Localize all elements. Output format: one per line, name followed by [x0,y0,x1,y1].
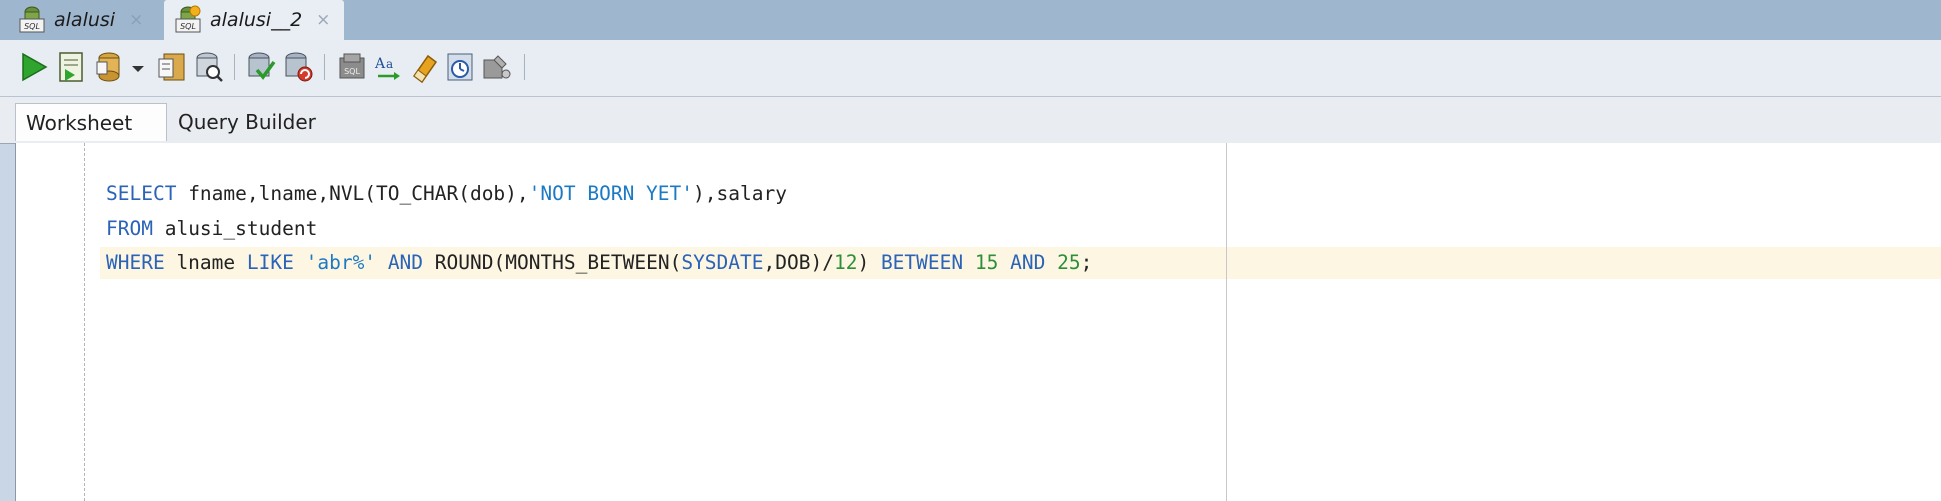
keyword-select: SELECT [106,182,177,205]
editor-subtabs: Worksheet Query Builder [0,97,1941,144]
dropdown-arrow-icon[interactable] [128,50,148,84]
string-literal: 'abr%' [305,251,377,274]
sql-connection-icon: SQL [18,5,46,35]
keyword-sysdate: SYSDATE [681,251,764,274]
code-line-1[interactable]: SELECT fname,lname,NVL(TO_CHAR(dob),'NOT… [106,182,787,205]
code-text: fname,lname,NVL(TO_CHAR(dob), [176,182,529,205]
format-case-icon[interactable]: Aa [372,50,404,84]
autotrace-icon[interactable] [192,50,224,84]
code-text: ,DOB)/ [763,251,834,274]
svg-text:SQL: SQL [24,22,40,31]
commit-transaction-icon[interactable] [245,50,277,84]
toolbar-separator [524,54,525,80]
tab-label: alalusi [54,9,116,31]
keyword-and: AND [1010,251,1046,274]
tab-alalusi[interactable]: SQL alalusi × [18,0,143,40]
toolbar-separator [324,54,325,80]
code-text: lname [164,251,247,274]
close-icon[interactable]: × [129,10,143,30]
number-literal: 12 [833,251,858,274]
tab-alalusi-2[interactable]: SQL alalusi__2 × [164,0,345,40]
code-text: ),salary [693,182,787,205]
explain-plan-icon[interactable] [156,50,188,84]
code-text: ; [1080,251,1093,274]
keyword-from: FROM [106,217,153,240]
number-literal: 25 [1057,251,1081,274]
close-icon[interactable]: × [316,10,330,30]
keyword-where: WHERE [106,251,165,274]
svg-text:A: A [374,56,386,72]
tab-query-builder[interactable]: Query Builder [168,103,326,141]
sql-tuning-icon[interactable]: SQL [336,50,368,84]
string-literal: 'NOT BORN YET' [528,182,694,205]
monitor-icon[interactable] [480,50,512,84]
svg-text:SQL: SQL [180,22,196,31]
document-tab-strip: SQL alalusi × SQL alalusi__2 × [0,0,1941,40]
svg-text:SQL: SQL [344,67,360,76]
run-script-icon[interactable] [55,50,87,84]
code-line-3[interactable]: WHERE lname LIKE 'abr%' AND ROUND(MONTHS… [106,251,1092,274]
clear-eraser-icon[interactable] [408,50,440,84]
tab-worksheet[interactable]: Worksheet [15,103,167,141]
tab-label: alalusi__2 [210,9,303,31]
keyword-and: AND [387,251,424,274]
code-line-2[interactable]: FROM alusi_student [106,217,317,240]
keyword-like: LIKE [246,251,294,274]
history-icon[interactable] [444,50,476,84]
commit-icon[interactable] [93,50,125,84]
code-text: alusi_student [152,217,318,240]
toolbar-separator [234,54,235,80]
code-text: ROUND(MONTHS_BETWEEN( [423,251,682,274]
keyword-between: BETWEEN [880,251,964,274]
sql-connection-new-icon: SQL [174,5,202,35]
rollback-icon[interactable] [282,50,314,84]
code-text: ) [857,251,881,274]
run-statement-icon[interactable] [18,50,50,84]
number-literal: 15 [974,251,999,274]
worksheet-toolbar: SQL Aa [0,40,1941,97]
svg-text:a: a [386,57,393,71]
right-margin-guide [1226,143,1227,501]
gutter-divider [84,143,85,501]
